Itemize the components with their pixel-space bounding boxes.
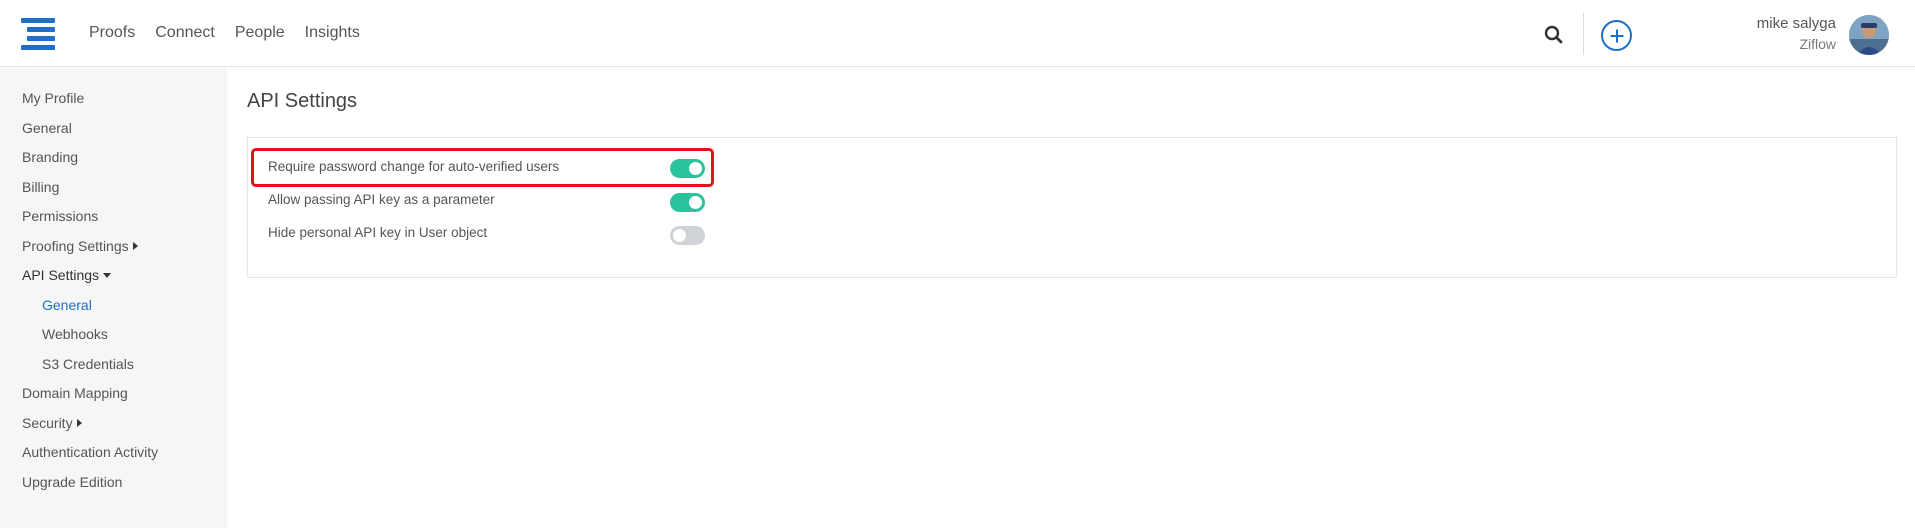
- user-info[interactable]: mike salyga Ziflow: [1757, 15, 1836, 52]
- user-name: mike salyga: [1756, 15, 1836, 32]
- settings-sidebar: My Profile General Branding Billing Perm…: [0, 68, 227, 528]
- plus-circle-icon[interactable]: [1601, 20, 1632, 51]
- nav-people[interactable]: People: [235, 24, 285, 42]
- sidebar-item-permissions[interactable]: Permissions: [22, 208, 98, 224]
- nav-insights[interactable]: Insights: [305, 24, 360, 42]
- toggle-knob: [689, 196, 702, 209]
- caret-down-icon: [103, 273, 112, 278]
- caret-right-icon: [132, 242, 138, 250]
- sidebar-item-upgrade-edition[interactable]: Upgrade Edition: [22, 474, 122, 490]
- sidebar-subitem-s3-credentials[interactable]: S3 Credentials: [42, 356, 134, 372]
- sidebar-item-proofing-settings[interactable]: Proofing Settings: [22, 238, 138, 254]
- setting-label-hide-personal-api-key: Hide personal API key in User object: [268, 225, 488, 240]
- sidebar-item-label: Security: [22, 415, 73, 431]
- toggle-knob: [673, 229, 686, 242]
- highlight-box: [251, 148, 714, 187]
- nav-connect[interactable]: Connect: [155, 24, 215, 42]
- sidebar-item-api-settings[interactable]: API Settings: [22, 267, 112, 283]
- sidebar-item-label: API Settings: [22, 267, 100, 283]
- sidebar-item-authentication-activity[interactable]: Authentication Activity: [22, 444, 158, 460]
- search-icon[interactable]: [1543, 24, 1565, 46]
- sidebar-item-general[interactable]: General: [22, 120, 72, 136]
- setting-label-allow-api-key-parameter: Allow passing API key as a parameter: [268, 192, 495, 207]
- user-org: Ziflow: [1799, 36, 1836, 52]
- toggle-hide-personal-api-key[interactable]: [670, 226, 705, 245]
- avatar[interactable]: [1849, 15, 1889, 55]
- sidebar-item-security[interactable]: Security: [22, 415, 82, 431]
- sidebar-item-branding[interactable]: Branding: [22, 149, 78, 165]
- toggle-allow-api-key-parameter[interactable]: [670, 193, 705, 212]
- sidebar-subitem-general[interactable]: General: [42, 297, 92, 313]
- sidebar-item-label: Proofing Settings: [22, 238, 129, 254]
- header-divider: [1583, 13, 1584, 55]
- sidebar-item-billing[interactable]: Billing: [22, 179, 59, 195]
- sidebar-item-my-profile[interactable]: My Profile: [22, 90, 84, 106]
- top-bar: Proofs Connect People Insights mike saly…: [0, 0, 1915, 67]
- page-title: API Settings: [247, 90, 358, 112]
- nav-proofs[interactable]: Proofs: [89, 24, 135, 42]
- ziflow-logo-icon[interactable]: [21, 18, 55, 50]
- sidebar-item-domain-mapping[interactable]: Domain Mapping: [22, 385, 128, 401]
- caret-right-icon: [76, 419, 82, 427]
- sidebar-subitem-webhooks[interactable]: Webhooks: [42, 326, 108, 342]
- main-nav: Proofs Connect People Insights: [89, 24, 360, 42]
